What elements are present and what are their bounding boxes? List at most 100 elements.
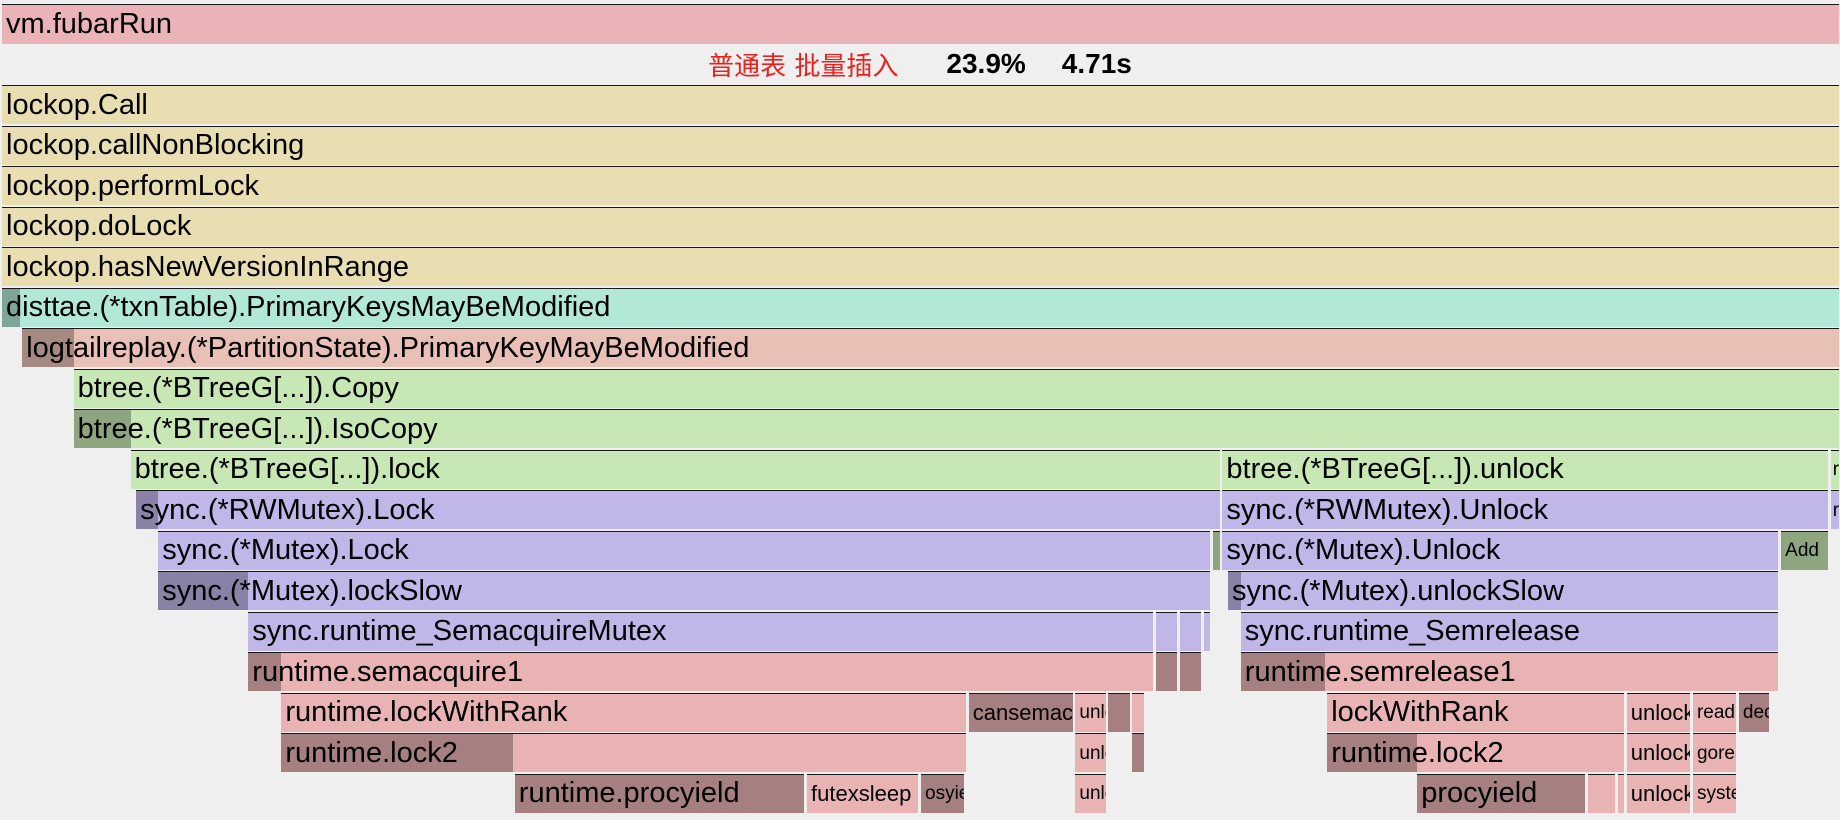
- flame-frame[interactable]: btree.(*BTreeG[...]).Copy: [73, 368, 1839, 408]
- flame-frame[interactable]: [1156, 652, 1178, 691]
- frame-label: runtime.lock2: [1331, 736, 1504, 769]
- flame-frame[interactable]: runtime.lockWithRank: [281, 692, 966, 732]
- flame-frame[interactable]: [1180, 652, 1202, 691]
- flame-frame[interactable]: system: [1692, 773, 1737, 813]
- flame-frame[interactable]: [1588, 773, 1615, 813]
- flame-frame[interactable]: btree.(*BTreeG[...]).IsoCopy: [73, 409, 1839, 448]
- flame-frame[interactable]: disttae.(*txnTable).PrimaryKeysMayBeModi…: [2, 287, 1839, 327]
- flame-frame[interactable]: lockop.Call: [2, 85, 1839, 124]
- frame-label: runtime.lock2: [285, 736, 458, 769]
- flame-frame[interactable]: [1213, 530, 1220, 570]
- flame-frame[interactable]: runtime.semacquire1: [248, 652, 1154, 691]
- flame-frame[interactable]: runtime.lock2: [281, 733, 966, 772]
- frame-label: vm.fubarRun: [6, 8, 173, 40]
- flame-frame[interactable]: unlock: [1626, 733, 1691, 772]
- frame-label: lockop.hasNewVersionInRange: [6, 250, 410, 283]
- frame-label: sync.runtime_Semrelease: [1244, 615, 1581, 647]
- frame-label: runtime.semrelease1: [1244, 655, 1516, 688]
- flame-frame[interactable]: sync.runtime_SemacquireMutex: [248, 611, 1154, 651]
- flame-frame[interactable]: [1180, 611, 1202, 651]
- frame-label: btree.(*BTreeG[...]).unlock: [1226, 453, 1564, 485]
- flame-frame[interactable]: unlock: [1075, 773, 1106, 813]
- flame-frame[interactable]: [1617, 773, 1624, 813]
- selected-frame-percent: 23.9%: [946, 48, 1026, 79]
- frame-label: sync.(*Mutex).Unlock: [1226, 534, 1501, 566]
- frame-label: runtime.semacquire1: [252, 655, 524, 688]
- frame-label: sync.(*Mutex).unlockSlow: [1231, 574, 1564, 607]
- frame-label: lockop.callNonBlocking: [6, 129, 305, 161]
- flame-frame[interactable]: sync.(*Mutex).lockSlow: [158, 571, 1211, 610]
- frame-self-time: [1156, 653, 1178, 691]
- flame-frame[interactable]: [1132, 733, 1145, 772]
- frame-label: unlock: [1079, 702, 1105, 723]
- frame-label: unlock: [1079, 742, 1105, 764]
- frame-label: runtime.lockWithRank: [285, 696, 568, 728]
- frame-self-time: [1213, 531, 1220, 570]
- flame-frame[interactable]: unlock: [1626, 773, 1691, 813]
- flame-frame[interactable]: cansemacquire: [968, 692, 1073, 732]
- flame-frame[interactable]: logtailreplay.(*PartitionState).PrimaryK…: [22, 328, 1839, 367]
- flame-frame[interactable]: vm.fubarRun: [2, 4, 1839, 44]
- frame-label: sync.(*RWMutex).Unlock: [1226, 493, 1549, 526]
- flame-frame[interactable]: btree.(*BTreeG[...]).lock: [130, 449, 1220, 489]
- frame-self-time: [1132, 734, 1145, 772]
- flame-frame[interactable]: runtime.lock2: [1327, 733, 1624, 772]
- frame-label: unlock: [1630, 740, 1691, 765]
- frame-label: system: [1696, 783, 1736, 804]
- flame-frame[interactable]: [1204, 611, 1211, 651]
- flame-frame[interactable]: osyield: [921, 773, 965, 813]
- frame-label: lockop.doLock: [6, 210, 192, 242]
- flame-frame[interactable]: procyield: [1417, 773, 1586, 813]
- flame-frame[interactable]: lockop.doLock: [2, 206, 1839, 246]
- frame-label: btree.(*BTreeG[...]).IsoCopy: [77, 412, 438, 445]
- flame-frame[interactable]: runtime.procyield: [514, 773, 805, 813]
- flame-frame[interactable]: unlock: [1075, 692, 1106, 732]
- flame-frame[interactable]: r: [1830, 449, 1839, 489]
- frame-label: r: [1832, 499, 1839, 521]
- frame-label: disttae.(*txnTable).PrimaryKeysMayBeModi…: [6, 291, 611, 323]
- flame-frame[interactable]: sync.(*Mutex).unlockSlow: [1227, 571, 1779, 610]
- flame-frame[interactable]: [1108, 692, 1130, 732]
- flame-frame[interactable]: Add: [1781, 530, 1828, 570]
- frame-label: unlock: [1079, 783, 1105, 804]
- selected-frame-duration: 4.71s: [1061, 48, 1132, 79]
- frame-label: goready: [1696, 742, 1736, 764]
- flame-frame[interactable]: btree.(*BTreeG[...]).unlock: [1222, 449, 1828, 489]
- frame-label: btree.(*BTreeG[...]).Copy: [77, 372, 399, 404]
- flame-frame[interactable]: sync.(*RWMutex).Unlock: [1222, 490, 1828, 529]
- frame-label: lockop.Call: [6, 88, 148, 121]
- flame-frame[interactable]: futexsleep: [807, 773, 919, 813]
- frame-label: Add: [1785, 540, 1819, 561]
- flame-frame[interactable]: [1132, 692, 1145, 732]
- flame-frame[interactable]: sync.(*RWMutex).Lock: [136, 490, 1220, 529]
- selection-status: 普通表 批量插入 23.9% 4.71s: [0, 44, 1840, 84]
- flame-frame[interactable]: lockop.callNonBlocking: [2, 125, 1839, 165]
- flame-frame[interactable]: [1156, 611, 1178, 651]
- frame-label: sync.runtime_SemacquireMutex: [252, 615, 667, 647]
- frame-label: sync.(*Mutex).Lock: [162, 534, 409, 566]
- frame-label: runtime.procyield: [518, 777, 740, 809]
- flame-frame[interactable]: sync.runtime_Semrelease: [1240, 611, 1779, 651]
- frame-label: lockWithRank: [1331, 696, 1509, 728]
- frame-label: btree.(*BTreeG[...]).lock: [134, 453, 440, 485]
- frame-label: lockop.performLock: [6, 169, 260, 202]
- flame-frame[interactable]: runtime.semrelease1: [1240, 652, 1779, 691]
- frame-self-time: [1108, 693, 1130, 732]
- flame-frame[interactable]: r: [1830, 490, 1839, 529]
- flame-frame[interactable]: sync.(*Mutex).Lock: [158, 530, 1211, 570]
- frame-label: unlock: [1630, 699, 1691, 725]
- flame-frame[interactable]: lockWithRank: [1327, 692, 1624, 732]
- frame-self-time: [1180, 653, 1202, 691]
- flame-frame[interactable]: lockop.hasNewVersionInRange: [2, 247, 1839, 286]
- flame-frame[interactable]: lockop.performLock: [2, 166, 1839, 205]
- frame-label: dec: [1742, 702, 1769, 723]
- frame-label: sync.(*Mutex).lockSlow: [162, 574, 462, 607]
- flame-frame[interactable]: goready: [1692, 733, 1737, 772]
- frame-label: unlock: [1630, 780, 1691, 806]
- flame-frame[interactable]: unlock: [1626, 692, 1691, 732]
- flame-frame[interactable]: sync.(*Mutex).Unlock: [1222, 530, 1779, 570]
- flame-frame[interactable]: read: [1692, 692, 1737, 732]
- frame-label: read: [1696, 702, 1735, 723]
- flame-frame[interactable]: dec: [1738, 692, 1770, 732]
- flame-frame[interactable]: unlock: [1075, 733, 1106, 772]
